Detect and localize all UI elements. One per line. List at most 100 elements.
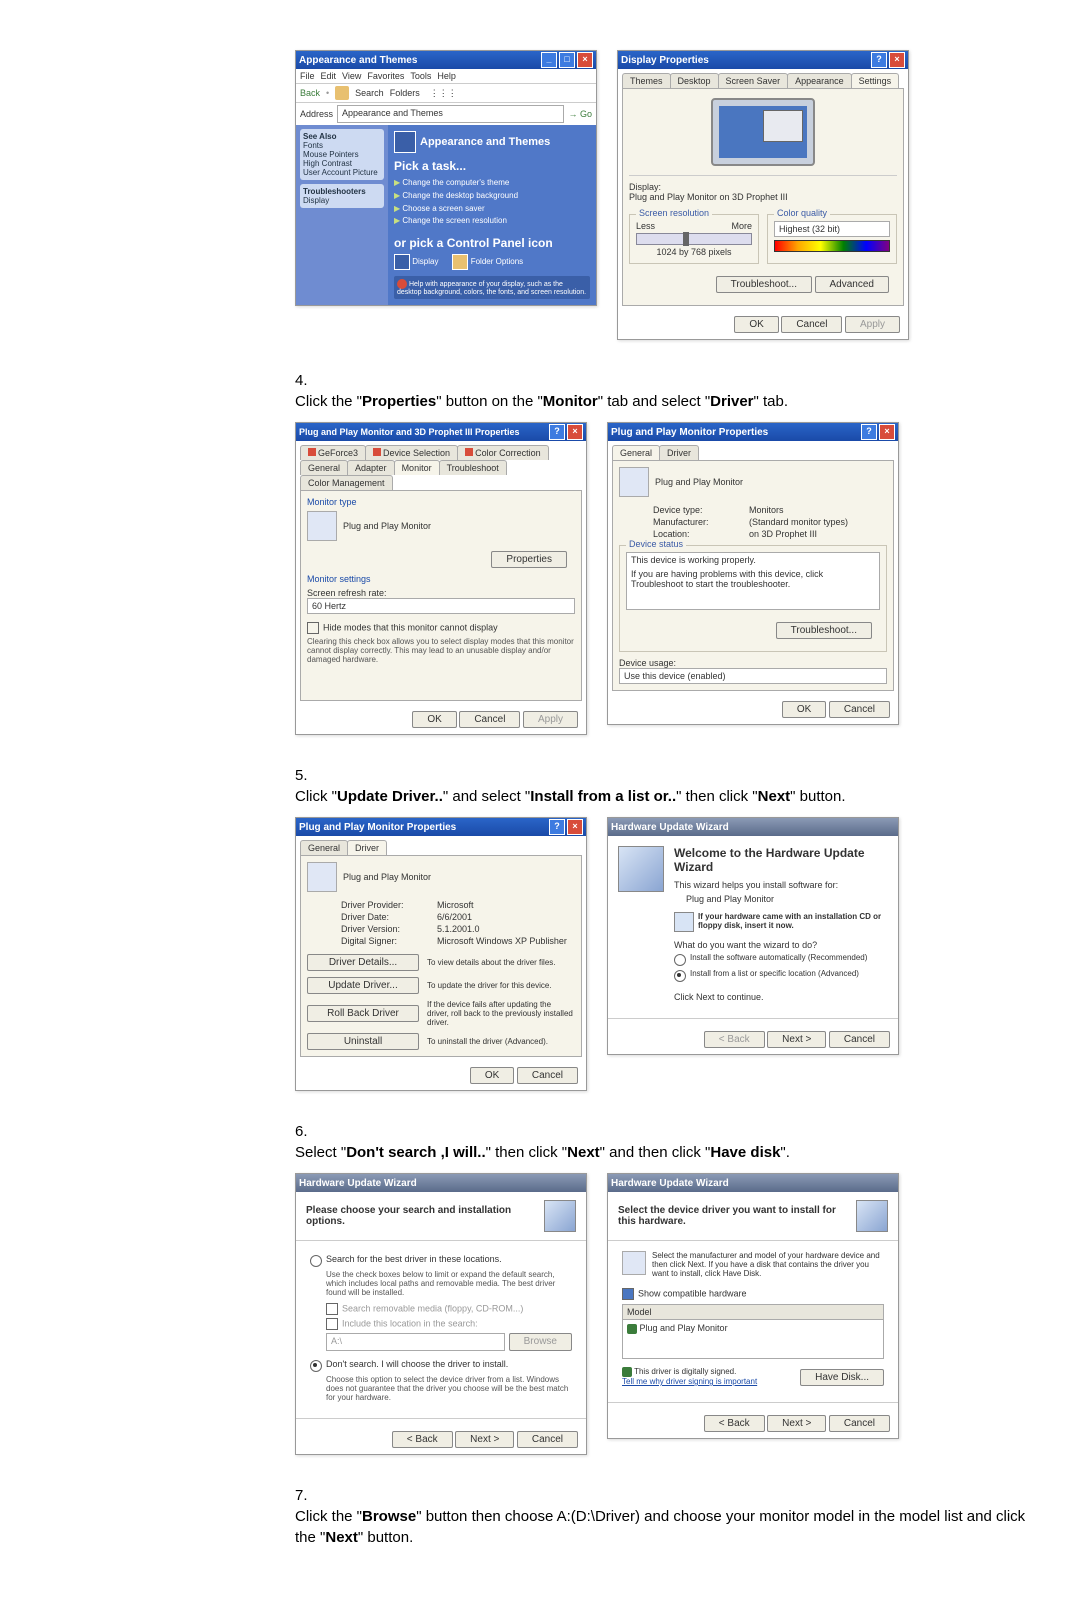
- tab-general[interactable]: General: [300, 460, 348, 475]
- compat-checkbox[interactable]: [622, 1288, 634, 1300]
- cancel-button[interactable]: Cancel: [517, 1431, 578, 1448]
- task-link[interactable]: Change the computer's theme: [402, 178, 509, 187]
- uninstall-button[interactable]: Uninstall: [307, 1033, 419, 1050]
- apply-button[interactable]: Apply: [845, 316, 900, 333]
- chk-removable[interactable]: [326, 1303, 338, 1315]
- radio-dont-search[interactable]: [310, 1360, 322, 1372]
- cancel-button[interactable]: Cancel: [829, 701, 890, 718]
- address-bar[interactable]: Appearance and Themes: [337, 105, 564, 123]
- tab-general[interactable]: General: [612, 445, 660, 460]
- side-item[interactable]: User Account Picture: [303, 168, 381, 177]
- cancel-button[interactable]: Cancel: [781, 316, 842, 333]
- close-button[interactable]: ×: [577, 52, 593, 68]
- help-button[interactable]: ?: [549, 424, 565, 440]
- chk-location[interactable]: [326, 1318, 338, 1330]
- cancel-button[interactable]: Cancel: [829, 1415, 890, 1432]
- tab-screensaver[interactable]: Screen Saver: [718, 73, 789, 88]
- radio-auto[interactable]: [674, 954, 686, 966]
- color-select[interactable]: Highest (32 bit): [774, 221, 890, 237]
- task-link[interactable]: Choose a screen saver: [402, 204, 484, 213]
- close-button[interactable]: ×: [889, 52, 905, 68]
- tab-adapter[interactable]: Adapter: [347, 460, 395, 475]
- side-item[interactable]: Fonts: [303, 141, 381, 150]
- ok-button[interactable]: OK: [734, 316, 778, 333]
- tab-settings[interactable]: Settings: [851, 73, 900, 88]
- cancel-button[interactable]: Cancel: [459, 711, 520, 728]
- next-button[interactable]: Next >: [455, 1431, 514, 1448]
- menu-file[interactable]: File: [300, 71, 315, 81]
- next-button[interactable]: Next >: [767, 1031, 826, 1048]
- apply-button[interactable]: Apply: [523, 711, 578, 728]
- search-button[interactable]: Search: [355, 88, 384, 98]
- back-button[interactable]: < Back: [392, 1431, 453, 1448]
- help-button[interactable]: ?: [549, 819, 565, 835]
- model-list[interactable]: Plug and Play Monitor: [623, 1320, 883, 1358]
- driver-details-button[interactable]: Driver Details...: [307, 954, 419, 971]
- task-link[interactable]: Change the screen resolution: [402, 216, 507, 225]
- rollback-driver-button[interactable]: Roll Back Driver: [307, 1005, 419, 1022]
- tab-monitor[interactable]: Monitor: [394, 460, 440, 475]
- tab-geforce[interactable]: GeForce3: [300, 445, 366, 460]
- tab-troubleshoot[interactable]: Troubleshoot: [439, 460, 507, 475]
- location-input[interactable]: A:\: [326, 1333, 505, 1351]
- back-button[interactable]: Back: [300, 88, 320, 98]
- ok-button[interactable]: OK: [470, 1067, 514, 1084]
- help-button[interactable]: ?: [871, 52, 887, 68]
- menu-favorites[interactable]: Favorites: [367, 71, 404, 81]
- refresh-select[interactable]: 60 Hertz: [307, 598, 575, 614]
- browse-button[interactable]: Browse: [509, 1333, 572, 1351]
- side-item[interactable]: High Contrast: [303, 159, 381, 168]
- menu-help[interactable]: Help: [437, 71, 456, 81]
- folders-button[interactable]: Folders: [390, 88, 420, 98]
- cp-icon-label[interactable]: Folder Options: [471, 257, 523, 266]
- up-icon[interactable]: [335, 86, 349, 100]
- advanced-button[interactable]: Advanced: [815, 276, 889, 293]
- monitor-preview: [711, 98, 815, 166]
- go-button[interactable]: → Go: [568, 109, 592, 119]
- ok-button[interactable]: OK: [412, 711, 456, 728]
- radio-search[interactable]: [310, 1255, 322, 1267]
- side-item[interactable]: Display: [303, 196, 381, 205]
- menu-edit[interactable]: Edit: [321, 71, 337, 81]
- menu-view[interactable]: View: [342, 71, 361, 81]
- back-button[interactable]: < Back: [704, 1415, 765, 1432]
- resolution-slider[interactable]: [636, 233, 752, 245]
- tab-device-selection[interactable]: Device Selection: [365, 445, 458, 460]
- properties-button[interactable]: Properties: [491, 551, 567, 568]
- tab-color-mgmt[interactable]: Color Management: [300, 475, 393, 490]
- model-item[interactable]: Plug and Play Monitor: [640, 1323, 728, 1333]
- signing-link[interactable]: Tell me why driver signing is important: [622, 1377, 757, 1386]
- close-button[interactable]: ×: [567, 819, 583, 835]
- tab-color-correction[interactable]: Color Correction: [457, 445, 549, 460]
- cancel-button[interactable]: Cancel: [829, 1031, 890, 1048]
- folder-options-icon[interactable]: [452, 254, 468, 270]
- side-item[interactable]: Mouse Pointers: [303, 150, 381, 159]
- close-button[interactable]: ×: [879, 424, 895, 440]
- update-driver-button[interactable]: Update Driver...: [307, 977, 419, 994]
- menu-tools[interactable]: Tools: [410, 71, 431, 81]
- back-button[interactable]: < Back: [704, 1031, 765, 1048]
- help-button[interactable]: ?: [861, 424, 877, 440]
- tab-themes[interactable]: Themes: [622, 73, 671, 88]
- next-button[interactable]: Next >: [767, 1415, 826, 1432]
- tab-driver[interactable]: Driver: [659, 445, 699, 460]
- tab-driver[interactable]: Driver: [347, 840, 387, 855]
- have-disk-button[interactable]: Have Disk...: [800, 1369, 884, 1386]
- minimize-button[interactable]: _: [541, 52, 557, 68]
- tab-general[interactable]: General: [300, 840, 348, 855]
- radio-list[interactable]: [674, 970, 686, 982]
- tab-desktop[interactable]: Desktop: [670, 73, 719, 88]
- close-button[interactable]: ×: [567, 424, 583, 440]
- radio-dont-search-desc: Choose this option to select the device …: [326, 1375, 572, 1402]
- troubleshoot-button[interactable]: Troubleshoot...: [776, 622, 872, 639]
- hide-modes-checkbox[interactable]: [307, 622, 319, 634]
- cancel-button[interactable]: Cancel: [517, 1067, 578, 1084]
- ok-button[interactable]: OK: [782, 701, 826, 718]
- cp-icon-label[interactable]: Display: [412, 257, 438, 266]
- tab-appearance[interactable]: Appearance: [787, 73, 852, 88]
- maximize-button[interactable]: □: [559, 52, 575, 68]
- task-link[interactable]: Change the desktop background: [402, 191, 518, 200]
- troubleshoot-button[interactable]: Troubleshoot...: [716, 276, 812, 293]
- device-usage-select[interactable]: Use this device (enabled): [619, 668, 887, 684]
- display-icon[interactable]: [394, 254, 410, 270]
